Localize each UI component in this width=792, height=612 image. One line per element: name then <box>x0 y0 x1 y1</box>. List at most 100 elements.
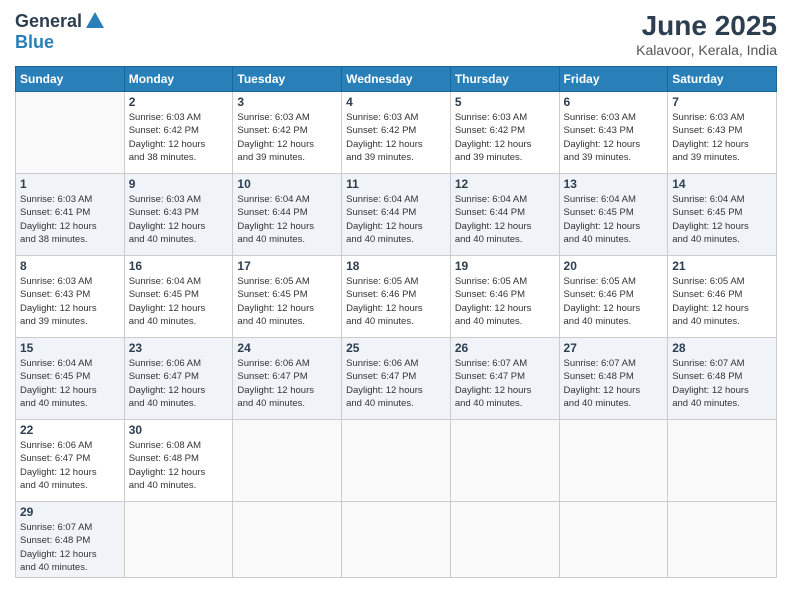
calendar-cell: 9 Sunrise: 6:03 AMSunset: 6:43 PMDaylight… <box>124 174 233 256</box>
calendar-cell: 24 Sunrise: 6:06 AMSunset: 6:47 PMDayligh… <box>233 338 342 420</box>
day-number: 21 <box>672 259 772 273</box>
day-number: 24 <box>237 341 337 355</box>
day-info: Sunrise: 6:03 AMSunset: 6:42 PMDaylight:… <box>129 111 229 164</box>
day-number: 6 <box>564 95 664 109</box>
calendar-day-header-saturday: Saturday <box>668 67 777 92</box>
calendar: SundayMondayTuesdayWednesdayThursdayFrid… <box>15 66 777 578</box>
calendar-cell: 20 Sunrise: 6:05 AMSunset: 6:46 PMDayligh… <box>559 256 668 338</box>
logo-general: General <box>15 11 82 32</box>
calendar-week-row: 29 Sunrise: 6:07 AMSunset: 6:48 PMDayligh… <box>16 502 777 578</box>
day-number: 18 <box>346 259 446 273</box>
calendar-cell <box>342 502 451 578</box>
calendar-cell <box>450 420 559 502</box>
day-number: 29 <box>20 505 120 519</box>
day-number: 2 <box>129 95 229 109</box>
day-info: Sunrise: 6:06 AMSunset: 6:47 PMDaylight:… <box>20 439 120 492</box>
calendar-cell: 28Sunrise: 6:07 AMSunset: 6:48 PMDayligh… <box>668 338 777 420</box>
calendar-week-row: 1 Sunrise: 6:03 AMSunset: 6:41 PMDaylight… <box>16 174 777 256</box>
calendar-cell: 5Sunrise: 6:03 AMSunset: 6:42 PMDaylight… <box>450 92 559 174</box>
day-info: Sunrise: 6:05 AMSunset: 6:46 PMDaylight:… <box>672 275 772 328</box>
calendar-cell: 15 Sunrise: 6:04 AMSunset: 6:45 PMDayligh… <box>16 338 125 420</box>
day-number: 12 <box>455 177 555 191</box>
day-number: 27 <box>564 341 664 355</box>
calendar-cell: 21 Sunrise: 6:05 AMSunset: 6:46 PMDayligh… <box>668 256 777 338</box>
calendar-cell <box>124 502 233 578</box>
calendar-day-header-monday: Monday <box>124 67 233 92</box>
calendar-week-row: 2 Sunrise: 6:03 AMSunset: 6:42 PMDaylight… <box>16 92 777 174</box>
day-info: Sunrise: 6:03 AMSunset: 6:43 PMDaylight:… <box>564 111 664 164</box>
calendar-cell: 27 Sunrise: 6:07 AMSunset: 6:48 PMDayligh… <box>559 338 668 420</box>
calendar-day-header-sunday: Sunday <box>16 67 125 92</box>
calendar-cell: 8Sunrise: 6:03 AMSunset: 6:43 PMDaylight… <box>16 256 125 338</box>
day-info: Sunrise: 6:07 AMSunset: 6:48 PMDaylight:… <box>564 357 664 410</box>
day-info: Sunrise: 6:07 AMSunset: 6:48 PMDaylight:… <box>20 521 120 574</box>
day-info: Sunrise: 6:07 AMSunset: 6:48 PMDaylight:… <box>672 357 772 410</box>
day-number: 9 <box>129 177 229 191</box>
logo-icon <box>84 10 106 32</box>
day-info: Sunrise: 6:03 AMSunset: 6:43 PMDaylight:… <box>129 193 229 246</box>
calendar-cell: 26 Sunrise: 6:07 AMSunset: 6:47 PMDayligh… <box>450 338 559 420</box>
calendar-day-header-thursday: Thursday <box>450 67 559 92</box>
calendar-cell: 29 Sunrise: 6:07 AMSunset: 6:48 PMDayligh… <box>16 502 125 578</box>
day-info: Sunrise: 6:07 AMSunset: 6:47 PMDaylight:… <box>455 357 555 410</box>
calendar-cell: 30 Sunrise: 6:08 AMSunset: 6:48 PMDayligh… <box>124 420 233 502</box>
day-info: Sunrise: 6:05 AMSunset: 6:46 PMDaylight:… <box>564 275 664 328</box>
day-info: Sunrise: 6:06 AMSunset: 6:47 PMDaylight:… <box>237 357 337 410</box>
calendar-cell: 11 Sunrise: 6:04 AMSunset: 6:44 PMDayligh… <box>342 174 451 256</box>
calendar-cell <box>342 420 451 502</box>
day-info: Sunrise: 6:03 AMSunset: 6:42 PMDaylight:… <box>346 111 446 164</box>
day-number: 14 <box>672 177 772 191</box>
calendar-cell <box>233 502 342 578</box>
day-number: 1 <box>20 177 120 191</box>
day-info: Sunrise: 6:04 AMSunset: 6:45 PMDaylight:… <box>672 193 772 246</box>
day-number: 17 <box>237 259 337 273</box>
location: Kalavoor, Kerala, India <box>636 42 777 58</box>
calendar-cell: 14 Sunrise: 6:04 AMSunset: 6:45 PMDayligh… <box>668 174 777 256</box>
day-number: 15 <box>20 341 120 355</box>
day-info: Sunrise: 6:05 AMSunset: 6:46 PMDaylight:… <box>455 275 555 328</box>
day-info: Sunrise: 6:03 AMSunset: 6:43 PMDaylight:… <box>672 111 772 164</box>
calendar-week-row: 15 Sunrise: 6:04 AMSunset: 6:45 PMDayligh… <box>16 338 777 420</box>
day-number: 11 <box>346 177 446 191</box>
calendar-cell: 13 Sunrise: 6:04 AMSunset: 6:45 PMDayligh… <box>559 174 668 256</box>
calendar-cell <box>668 502 777 578</box>
header: General Blue June 2025 Kalavoor, Kerala,… <box>15 10 777 58</box>
day-number: 16 <box>129 259 229 273</box>
day-info: Sunrise: 6:03 AMSunset: 6:42 PMDaylight:… <box>237 111 337 164</box>
title-block: June 2025 Kalavoor, Kerala, India <box>636 10 777 58</box>
calendar-cell: 17Sunrise: 6:05 AMSunset: 6:45 PMDayligh… <box>233 256 342 338</box>
day-info: Sunrise: 6:05 AMSunset: 6:46 PMDaylight:… <box>346 275 446 328</box>
day-info: Sunrise: 6:03 AMSunset: 6:43 PMDaylight:… <box>20 275 120 328</box>
calendar-cell <box>450 502 559 578</box>
page: General Blue June 2025 Kalavoor, Kerala,… <box>0 0 792 612</box>
calendar-cell: 23Sunrise: 6:06 AMSunset: 6:47 PMDayligh… <box>124 338 233 420</box>
calendar-cell: 19Sunrise: 6:05 AMSunset: 6:46 PMDayligh… <box>450 256 559 338</box>
day-number: 23 <box>129 341 229 355</box>
calendar-day-header-friday: Friday <box>559 67 668 92</box>
day-info: Sunrise: 6:04 AMSunset: 6:45 PMDaylight:… <box>20 357 120 410</box>
day-info: Sunrise: 6:03 AMSunset: 6:41 PMDaylight:… <box>20 193 120 246</box>
day-number: 30 <box>129 423 229 437</box>
calendar-cell: 1 Sunrise: 6:03 AMSunset: 6:41 PMDaylight… <box>16 174 125 256</box>
day-info: Sunrise: 6:08 AMSunset: 6:48 PMDaylight:… <box>129 439 229 492</box>
day-number: 7 <box>672 95 772 109</box>
day-info: Sunrise: 6:04 AMSunset: 6:45 PMDaylight:… <box>564 193 664 246</box>
day-number: 5 <box>455 95 555 109</box>
calendar-cell: 18 Sunrise: 6:05 AMSunset: 6:46 PMDayligh… <box>342 256 451 338</box>
day-info: Sunrise: 6:04 AMSunset: 6:44 PMDaylight:… <box>346 193 446 246</box>
day-number: 22 <box>20 423 120 437</box>
day-number: 20 <box>564 259 664 273</box>
calendar-cell: 12 Sunrise: 6:04 AMSunset: 6:44 PMDayligh… <box>450 174 559 256</box>
day-number: 26 <box>455 341 555 355</box>
day-number: 13 <box>564 177 664 191</box>
calendar-day-header-tuesday: Tuesday <box>233 67 342 92</box>
calendar-week-row: 8Sunrise: 6:03 AMSunset: 6:43 PMDaylight… <box>16 256 777 338</box>
calendar-cell <box>559 502 668 578</box>
day-number: 10 <box>237 177 337 191</box>
day-number: 4 <box>346 95 446 109</box>
calendar-header-row: SundayMondayTuesdayWednesdayThursdayFrid… <box>16 67 777 92</box>
calendar-cell <box>668 420 777 502</box>
day-info: Sunrise: 6:04 AMSunset: 6:44 PMDaylight:… <box>455 193 555 246</box>
calendar-cell: 7 Sunrise: 6:03 AMSunset: 6:43 PMDaylight… <box>668 92 777 174</box>
calendar-cell <box>16 92 125 174</box>
